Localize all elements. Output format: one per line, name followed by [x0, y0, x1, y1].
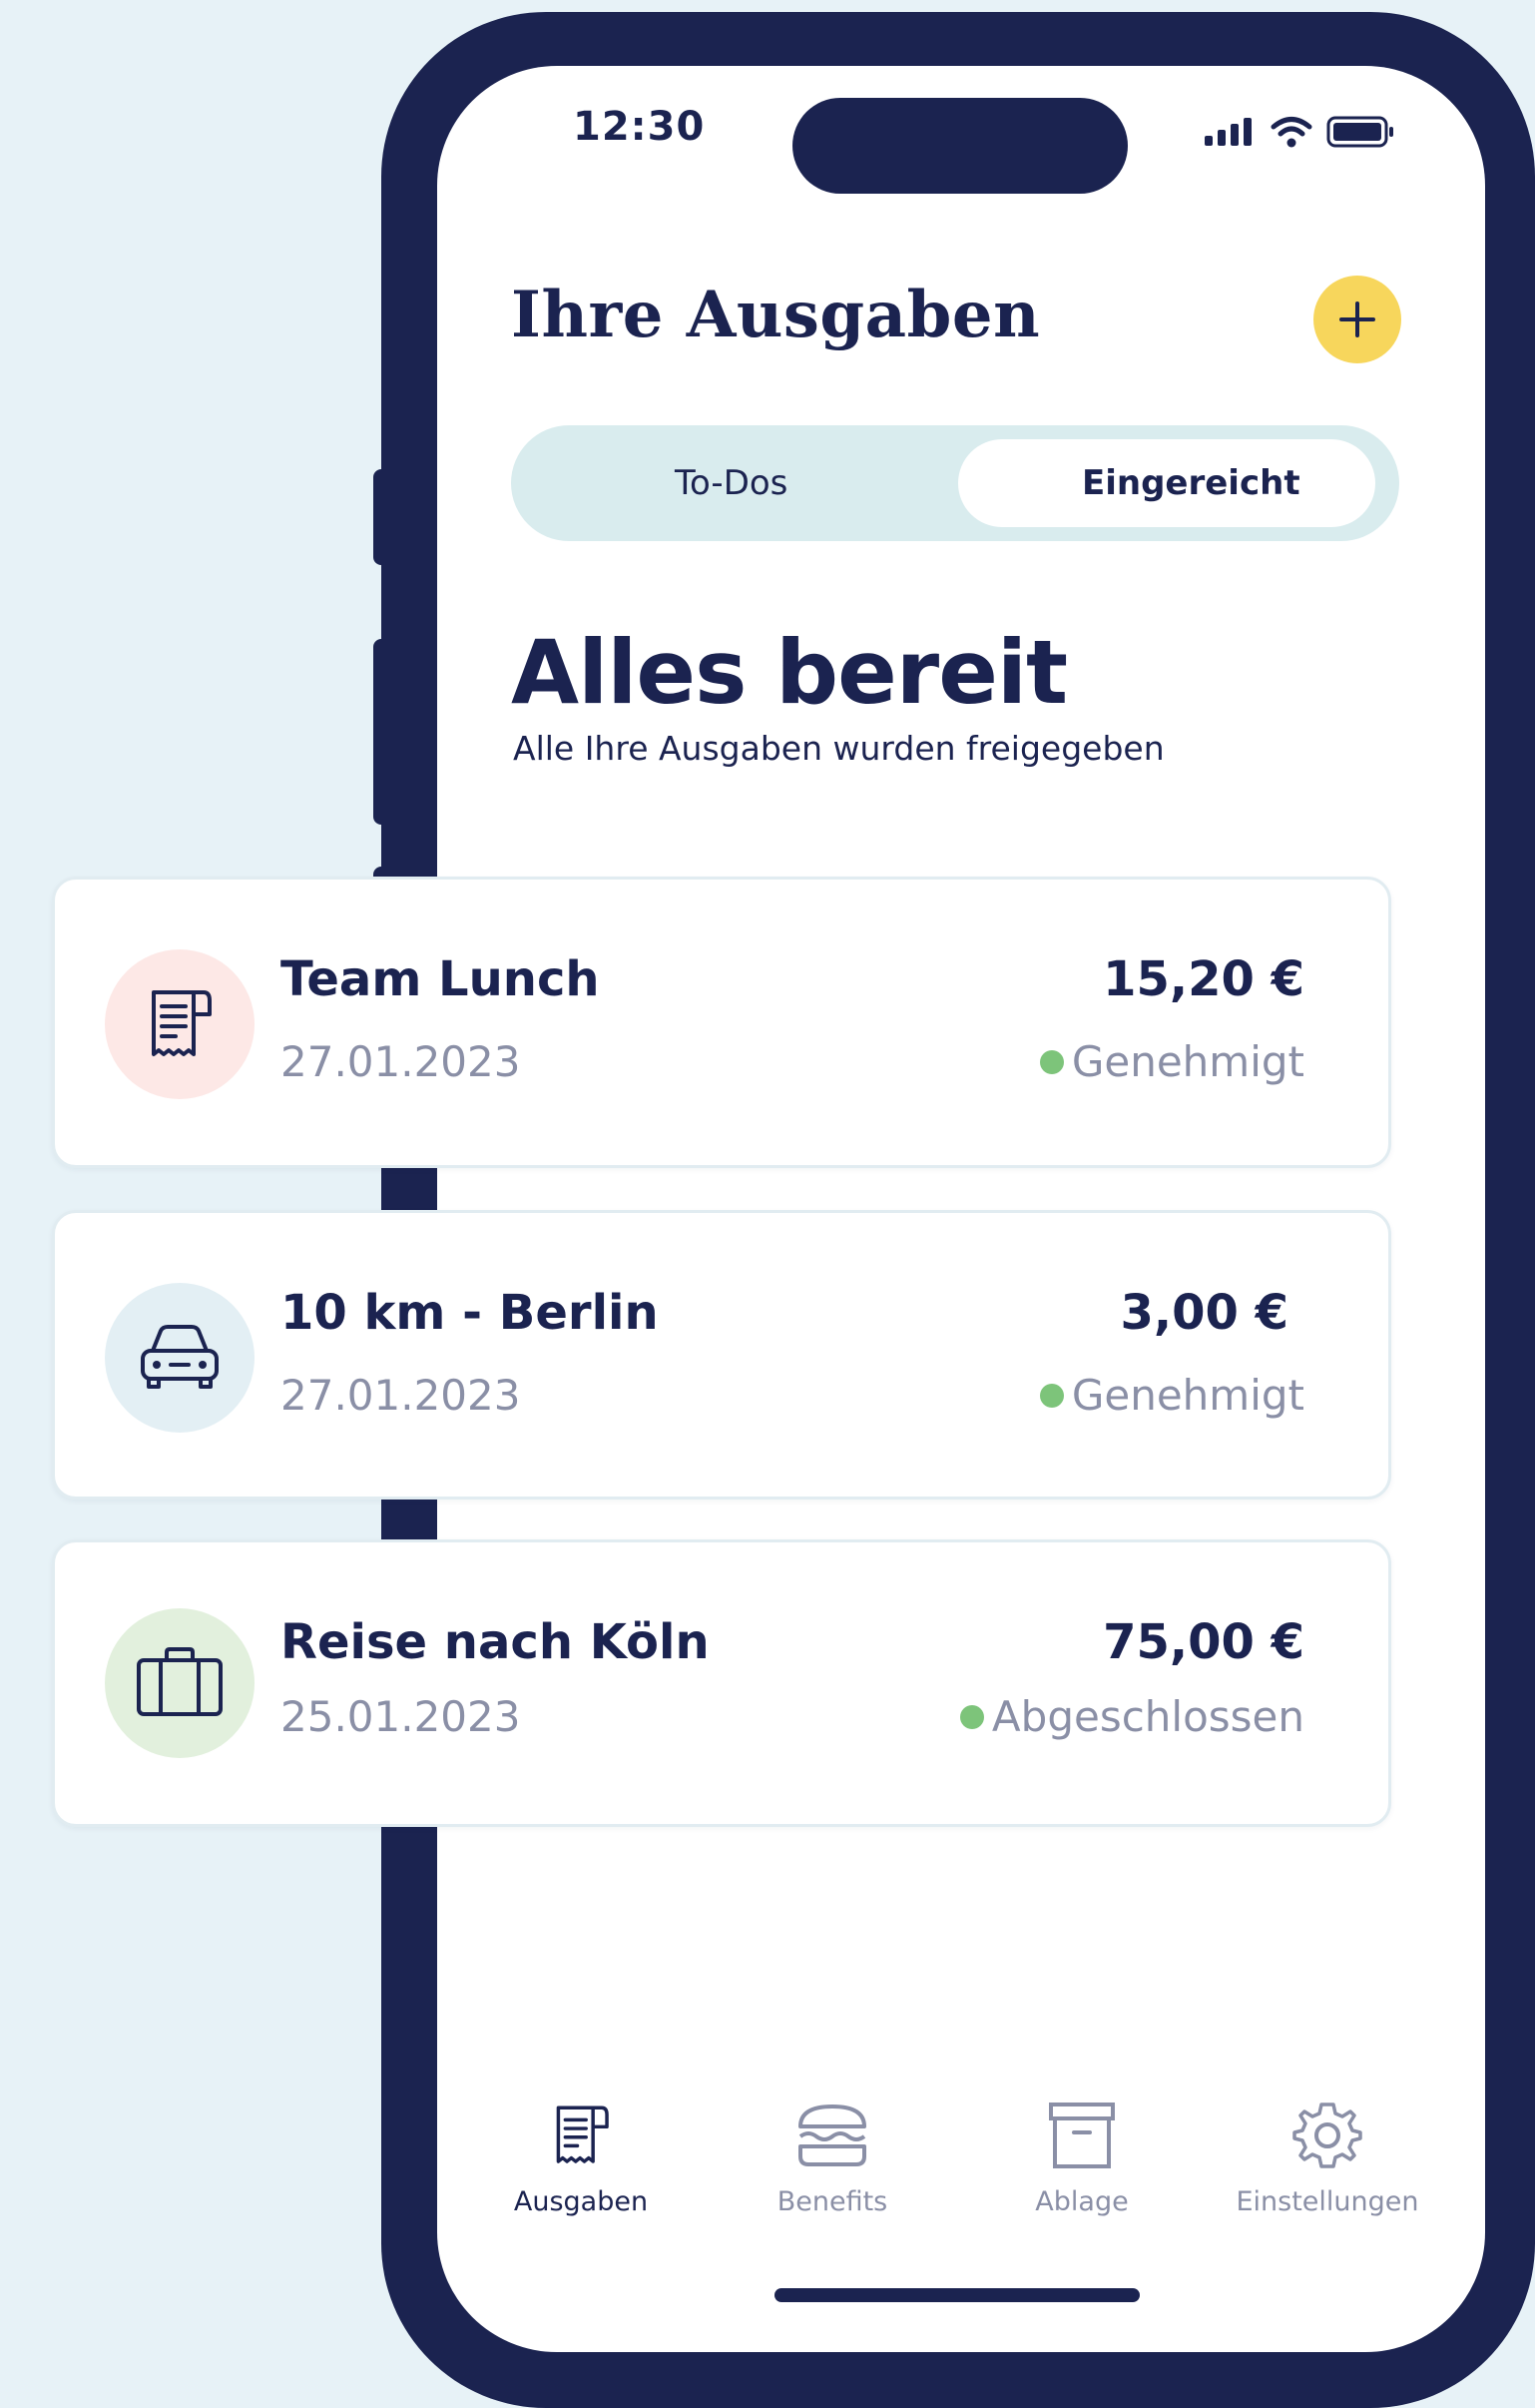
expense-status: Abgeschlossen [959, 1692, 1304, 1741]
status-time: 12:30 [573, 104, 706, 150]
status-dot [1039, 1383, 1064, 1408]
expense-date: 27.01.2023 [280, 1037, 521, 1086]
status-icons [1203, 112, 1396, 152]
suitcase-icon [137, 1647, 223, 1716]
expense-date: 27.01.2023 [280, 1371, 521, 1420]
plus-icon [1339, 301, 1375, 337]
wifi-icon [1271, 117, 1312, 148]
status-label: Abgeschlossen [991, 1692, 1304, 1741]
battery-icon [1326, 116, 1393, 148]
empty-state-title: Alles bereit [511, 621, 1068, 724]
status-dot [1039, 1049, 1064, 1074]
expense-name: Reise nach Köln [280, 1614, 710, 1670]
expense-icon-circle [105, 1283, 255, 1433]
expense-icon-circle [105, 949, 255, 1099]
expense-status: Genehmigt [1039, 1371, 1304, 1420]
status-dot [959, 1704, 984, 1729]
nav-label: Ablage [1035, 2186, 1129, 2217]
empty-state-subtitle: Alle Ihre Ausgaben wurden freigegeben [513, 729, 1165, 768]
expense-amount: 75,00 € [1103, 1614, 1304, 1670]
nav-label: Benefits [776, 2186, 888, 2217]
signal-icon [1205, 118, 1252, 146]
nav-item-ablage[interactable]: Ablage [972, 2101, 1192, 2217]
expense-card[interactable]: Team Lunch 27.01.2023 15,20 € Genehmigt [52, 877, 1391, 1168]
receipt-icon [152, 990, 212, 1056]
burger-icon [798, 2105, 866, 2166]
expense-card[interactable]: Reise nach Köln 25.01.2023 75,00 € Abges… [52, 1539, 1391, 1827]
tab-eingereicht[interactable]: Eingereicht [1082, 463, 1300, 503]
nav-label: Ausgaben [513, 2186, 649, 2217]
nav-item-ausgaben[interactable]: Ausgaben [471, 2101, 691, 2217]
archive-box-icon [1049, 2103, 1115, 2168]
expense-name: Team Lunch [280, 951, 600, 1007]
expense-icon-circle [105, 1608, 255, 1758]
phone-side-button [373, 469, 399, 565]
home-indicator[interactable] [774, 2288, 1140, 2302]
car-icon [141, 1325, 219, 1389]
page-title: Ihre Ausgaben [511, 278, 1041, 352]
nav-item-einstellungen[interactable]: Einstellungen [1218, 2101, 1437, 2217]
dynamic-island [792, 98, 1128, 194]
expense-name: 10 km - Berlin [280, 1285, 659, 1341]
phone-screen [437, 66, 1485, 2352]
gear-icon [1292, 2103, 1362, 2168]
add-expense-button[interactable] [1313, 276, 1401, 363]
expense-amount: 15,20 € [1103, 951, 1304, 1007]
receipt-icon [556, 2106, 609, 2163]
expense-status: Genehmigt [1039, 1037, 1304, 1086]
tab-todos[interactable]: To-Dos [675, 463, 787, 503]
expense-amount: 3,00 € [1120, 1285, 1288, 1341]
expense-date: 25.01.2023 [280, 1692, 521, 1741]
expense-card[interactable]: 10 km - Berlin 27.01.2023 3,00 € Genehmi… [52, 1210, 1391, 1500]
phone-side-button [373, 639, 399, 825]
nav-item-benefits[interactable]: Benefits [723, 2101, 942, 2217]
status-label: Genehmigt [1071, 1037, 1304, 1086]
nav-label: Einstellungen [1236, 2186, 1419, 2217]
status-label: Genehmigt [1071, 1371, 1304, 1420]
